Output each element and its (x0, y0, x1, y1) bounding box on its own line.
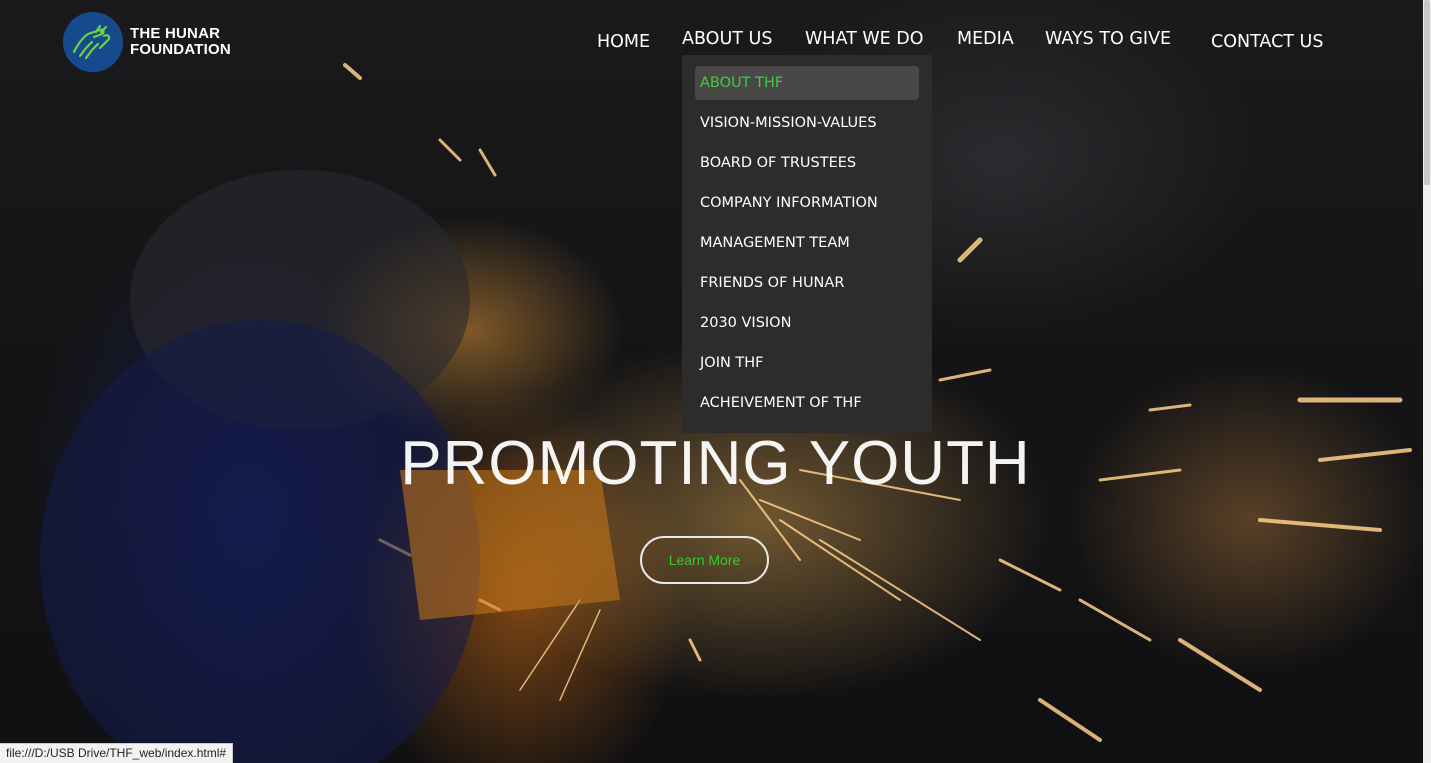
dropdown-item-friends-of-hunar[interactable]: FRIENDS OF HUNAR (695, 266, 919, 300)
dropdown-item-vision-mission-values[interactable]: VISION-MISSION-VALUES (695, 106, 919, 140)
site-logo[interactable]: THE HUNAR FOUNDATION (63, 12, 231, 72)
page: THE HUNAR FOUNDATION HOME ABOUT US WHAT … (0, 0, 1431, 763)
nav-media[interactable]: MEDIA (957, 29, 1014, 49)
dropdown-item-2030-vision[interactable]: 2030 VISION (695, 306, 919, 340)
logo-line-2: FOUNDATION (130, 41, 231, 58)
browser-status-bar: file:///D:/USB Drive/THF_web/index.html# (0, 743, 234, 763)
dropdown-item-achievement-of-thf[interactable]: ACHEIVEMENT OF THF (695, 386, 919, 420)
nav-ways-to-give[interactable]: WAYS TO GIVE (1045, 29, 1171, 49)
scrollbar-thumb[interactable] (1424, 0, 1430, 185)
learn-more-button[interactable]: Learn More (640, 536, 769, 584)
hands-logo-icon (63, 12, 123, 72)
nav-about-us[interactable]: ABOUT US (682, 29, 772, 49)
nav-what-we-do[interactable]: WHAT WE DO (805, 29, 924, 49)
dropdown-item-management-team[interactable]: MANAGEMENT TEAM (695, 226, 919, 260)
logo-wordmark: THE HUNAR FOUNDATION (130, 26, 231, 58)
dropdown-item-about-thf[interactable]: ABOUT THF (695, 66, 919, 100)
nav-contact-us[interactable]: CONTACT US (1211, 32, 1323, 52)
dropdown-item-company-information[interactable]: COMPANY INFORMATION (695, 186, 919, 220)
dropdown-item-board-of-trustees[interactable]: BOARD OF TRUSTEES (695, 146, 919, 180)
scrollbar[interactable] (1423, 0, 1431, 763)
hero-title: PROMOTING YOUTH (400, 429, 1031, 498)
about-us-dropdown-menu: ABOUT THF VISION-MISSION-VALUES BOARD OF… (682, 55, 932, 433)
logo-line-1: THE HUNAR (130, 25, 221, 42)
dropdown-item-join-thf[interactable]: JOIN THF (695, 346, 919, 380)
nav-home[interactable]: HOME (597, 32, 650, 52)
